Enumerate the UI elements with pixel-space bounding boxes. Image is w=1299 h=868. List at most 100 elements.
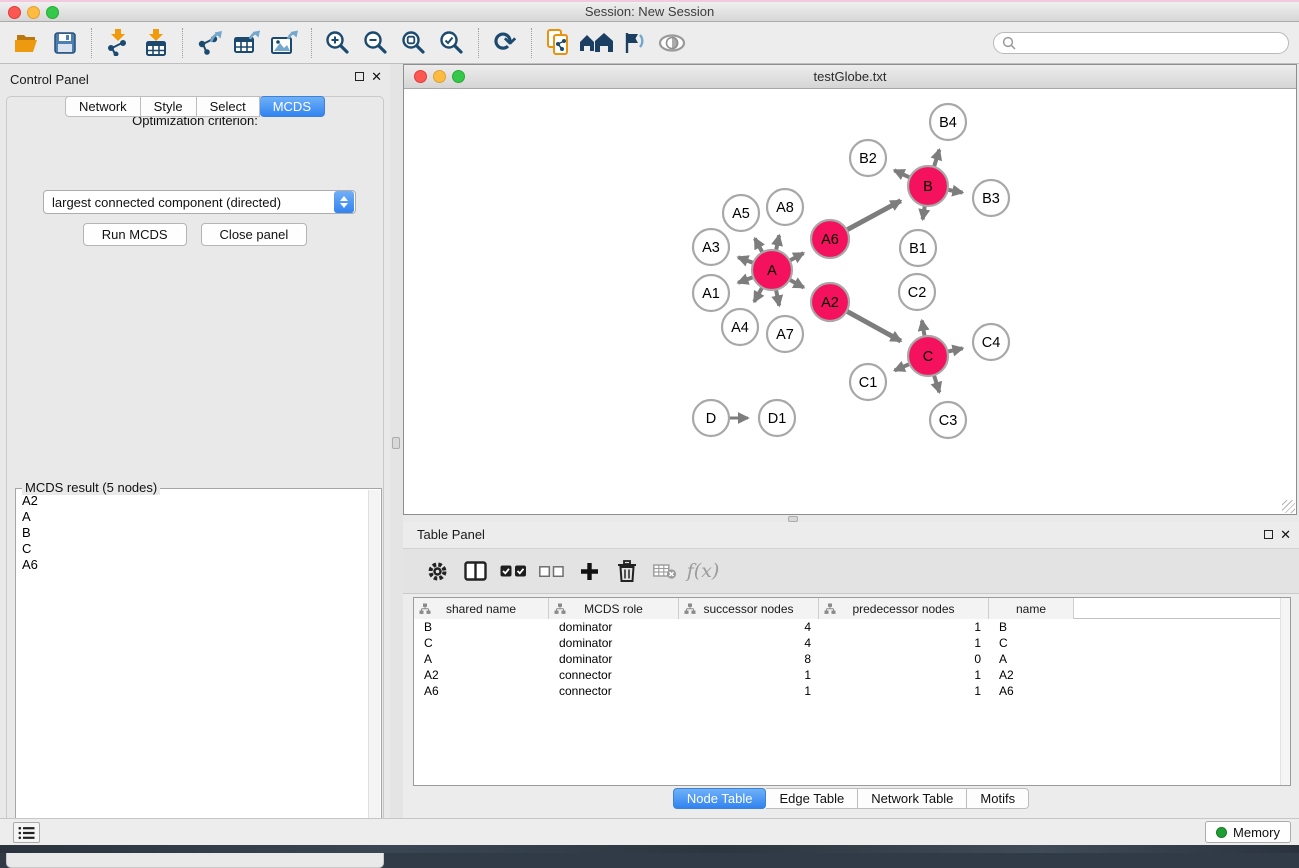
export-table-button[interactable] [228, 25, 266, 61]
graph-node-B2[interactable]: B2 [850, 140, 886, 176]
column-header-mcds-role[interactable]: MCDS role [549, 598, 679, 619]
minimize-view-icon[interactable] [433, 70, 446, 83]
tab-select[interactable]: Select [197, 96, 260, 117]
table-row[interactable]: A2connector11A2 [414, 667, 1290, 683]
float-panel-icon[interactable] [1264, 530, 1273, 539]
close-panel-icon[interactable]: ✕ [371, 72, 382, 81]
close-view-icon[interactable] [414, 70, 427, 83]
tab-network-table[interactable]: Network Table [858, 788, 967, 809]
app-titlebar[interactable]: Session: New Session [0, 0, 1299, 22]
import-table-button[interactable] [137, 25, 175, 61]
delete-table-button[interactable] [649, 554, 681, 588]
first-neighbors-button[interactable] [577, 25, 615, 61]
graph-node-A2[interactable]: A2 [811, 283, 849, 321]
table-row[interactable]: Adominator80A [414, 651, 1290, 667]
graph-node-A7[interactable]: A7 [767, 316, 803, 352]
column-settings-button[interactable] [421, 554, 453, 588]
close-panel-icon[interactable]: ✕ [1280, 530, 1291, 539]
graph-node-A1[interactable]: A1 [693, 275, 729, 311]
tab-style[interactable]: Style [141, 96, 197, 117]
maximize-view-icon[interactable] [452, 70, 465, 83]
column-header-name[interactable]: name [989, 598, 1074, 619]
import-network-button[interactable] [99, 25, 137, 61]
zoom-selected-button[interactable] [433, 25, 471, 61]
table-row[interactable]: Cdominator41C [414, 635, 1290, 651]
result-list-item[interactable]: A2 [17, 493, 367, 509]
graph-node-D1[interactable]: D1 [759, 400, 795, 436]
graph-node-D[interactable]: D [693, 400, 729, 436]
graph-edge-A6-B[interactable] [845, 201, 901, 231]
network-canvas[interactable]: B4 B2 B B3 A8A5 A6 A3 B1 A C2 A1 A2 A4A7 C4 C C1 C3 D D1 [404, 89, 1296, 514]
memory-button[interactable]: Memory [1205, 821, 1291, 843]
close-panel-button[interactable]: Close panel [201, 223, 308, 246]
table-cell: connector [549, 684, 679, 698]
graph-node-A5[interactable]: A5 [723, 195, 759, 231]
table-row[interactable]: A6connector11A6 [414, 683, 1290, 699]
graph-node-B3[interactable]: B3 [973, 180, 1009, 216]
export-network-icon [196, 30, 223, 56]
search-input[interactable] [1016, 36, 1280, 50]
annotations-button[interactable] [615, 25, 653, 61]
graph-node-A[interactable]: A [752, 250, 792, 290]
create-column-button[interactable] [573, 554, 605, 588]
refresh-layout-icon: ⟳ [494, 29, 517, 56]
export-network-button[interactable] [190, 25, 228, 61]
result-list-item[interactable]: A6 [17, 557, 367, 573]
close-window-icon[interactable] [8, 6, 21, 19]
tab-motifs[interactable]: Motifs [967, 788, 1029, 809]
network-window-titlebar[interactable]: testGlobe.txt [404, 65, 1296, 89]
show-columns-button[interactable] [459, 554, 491, 588]
tab-edge-table[interactable]: Edge Table [766, 788, 858, 809]
graph-node-C1[interactable]: C1 [850, 364, 886, 400]
save-session-button[interactable] [46, 25, 84, 61]
export-image-button[interactable] [266, 25, 304, 61]
graph-node-B1[interactable]: B1 [900, 230, 936, 266]
graph-node-B4[interactable]: B4 [930, 104, 966, 140]
show-details-button[interactable] [653, 25, 691, 61]
criterion-dropdown[interactable]: largest connected component (directed) [43, 190, 356, 214]
splitter-handle[interactable] [392, 437, 400, 449]
column-header-shared-name[interactable]: shared name [414, 598, 549, 619]
table-row[interactable]: Bdominator41B [414, 619, 1290, 635]
function-builder-button[interactable]: f(x) [687, 554, 719, 588]
graph-edge-A2-C[interactable] [845, 310, 901, 341]
graph-node-C[interactable]: C [908, 336, 948, 376]
vertical-splitter[interactable] [390, 64, 403, 818]
graph-node-A4[interactable]: A4 [722, 309, 758, 345]
window-resize-grip[interactable] [1282, 500, 1295, 513]
apply-layout-button[interactable]: ⟳ [486, 25, 524, 61]
zoom-out-button[interactable] [357, 25, 395, 61]
float-panel-icon[interactable] [355, 72, 364, 81]
result-list-scrollbar[interactable] [368, 490, 380, 831]
tab-mcds[interactable]: MCDS [260, 96, 325, 117]
column-header-predecessor-nodes[interactable]: predecessor nodes [819, 598, 989, 619]
tab-network[interactable]: Network [65, 96, 141, 117]
result-list-item[interactable]: A [17, 509, 367, 525]
open-session-button[interactable] [8, 25, 46, 61]
graph-node-C4[interactable]: C4 [973, 324, 1009, 360]
new-network-from-selection-button[interactable] [539, 25, 577, 61]
table-scrollbar[interactable] [1280, 598, 1290, 785]
zoom-fit-button[interactable] [395, 25, 433, 61]
graph-node-C3[interactable]: C3 [930, 402, 966, 438]
task-history-button[interactable] [13, 822, 40, 843]
graph-node-A6[interactable]: A6 [811, 220, 849, 258]
search-field[interactable] [993, 32, 1289, 54]
run-mcds-button[interactable]: Run MCDS [83, 223, 187, 246]
horizontal-splitter[interactable] [403, 515, 1299, 522]
maximize-window-icon[interactable] [46, 6, 59, 19]
deselect-all-button[interactable] [535, 554, 567, 588]
graph-node-B[interactable]: B [908, 166, 948, 206]
graph-node-A3[interactable]: A3 [693, 229, 729, 265]
select-all-button[interactable] [497, 554, 529, 588]
zoom-in-button[interactable] [319, 25, 357, 61]
column-header-successor-nodes[interactable]: successor nodes [679, 598, 819, 619]
result-list-item[interactable]: B [17, 525, 367, 541]
graph-node-C2[interactable]: C2 [899, 274, 935, 310]
minimize-window-icon[interactable] [27, 6, 40, 19]
tab-node-table[interactable]: Node Table [673, 788, 767, 809]
svg-text:D: D [706, 411, 716, 427]
graph-node-A8[interactable]: A8 [767, 189, 803, 225]
delete-columns-button[interactable] [611, 554, 643, 588]
result-list-item[interactable]: C [17, 541, 367, 557]
